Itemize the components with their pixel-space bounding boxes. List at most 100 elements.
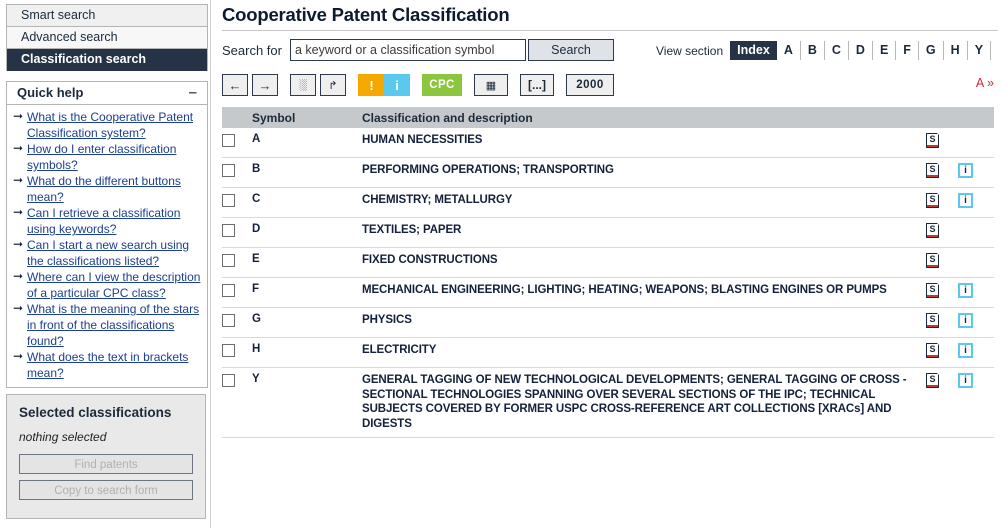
info-icon[interactable]: i [958,313,973,328]
exclamation-icon: ! [369,77,374,93]
row-checkbox[interactable] [222,344,235,357]
view-section-letter-g[interactable]: G [919,41,944,60]
row-description[interactable]: PHYSICS [362,307,926,338]
sidebar-tab-smart-search[interactable]: Smart search [7,5,207,27]
page-title: Cooperative Patent Classification [222,4,510,25]
a-more-link[interactable]: A » [976,76,994,90]
arrow-right-icon: ➞ [13,237,24,251]
toolbar: ← → ░ ↱ ! i CPC ▦ [...] 2000 A » [222,73,1002,97]
warning-button[interactable]: ! [358,74,384,96]
brackets-button[interactable]: [...] [520,74,554,96]
view-section-letter-a[interactable]: A [777,41,801,60]
row-checkbox-cell [222,337,252,368]
table-header-checkbox [222,107,252,128]
row-scheme-cell: S [926,337,958,368]
row-checkbox[interactable] [222,284,235,297]
view-section-letter-f[interactable]: F [896,41,919,60]
table-row: Y GENERAL TAGGING OF NEW TECHNOLOGICAL D… [222,367,994,438]
search-button[interactable]: Search [527,39,614,61]
s-document-icon[interactable]: S [926,252,940,268]
row-checkbox[interactable] [222,224,235,237]
search-input[interactable] [289,39,526,61]
quick-help-link[interactable]: What is the meaning of the stars in fron… [27,302,199,348]
table-row: G PHYSICS S i [222,307,994,338]
row-symbol: Y [252,367,362,438]
quick-help-link[interactable]: What do the different buttons mean? [27,174,181,204]
view-section-letter-h[interactable]: H [944,41,968,60]
row-description[interactable]: GENERAL TAGGING OF NEW TECHNOLOGICAL DEV… [362,367,926,438]
row-symbol: D [252,217,362,248]
row-checkbox-cell [222,157,252,188]
sidebar-tab-advanced-search[interactable]: Advanced search [7,27,207,49]
s-document-icon[interactable]: S [926,312,940,328]
row-description[interactable]: CHEMISTRY; METALLURGY [362,187,926,218]
row-description[interactable]: ELECTRICITY [362,337,926,368]
row-checkbox[interactable] [222,254,235,267]
info-icon[interactable]: i [958,373,973,388]
s-document-icon[interactable]: S [926,162,940,178]
s-document-icon[interactable]: S [926,132,940,148]
info-icon[interactable]: i [958,163,973,178]
s-document-icon[interactable]: S [926,222,940,238]
copy-to-search-form-button[interactable]: Copy to search form [19,480,193,500]
info-icon[interactable]: i [958,283,973,298]
row-checkbox[interactable] [222,374,235,387]
row-description[interactable]: FIXED CONSTRUCTIONS [362,247,926,278]
sidebar-divider [210,0,211,528]
view-section-letter-d[interactable]: D [849,41,873,60]
table-row: E FIXED CONSTRUCTIONS S [222,247,994,278]
table-row: D TEXTILES; PAPER S [222,217,994,248]
row-description[interactable]: HUMAN NECESSITIES [362,128,926,158]
row-checkbox[interactable] [222,194,235,207]
row-description[interactable]: TEXTILES; PAPER [362,217,926,248]
quick-help-link[interactable]: Can I retrieve a classification using ke… [27,206,180,236]
year-2000-button[interactable]: 2000 [566,74,614,96]
s-document-icon[interactable]: S [926,342,940,358]
view-section-letter-b[interactable]: B [801,41,825,60]
table-header-row: Symbol Classification and description [222,107,994,128]
quick-help-link[interactable]: What does the text in brackets mean? [27,350,188,380]
quick-help-link[interactable]: Where can I view the description of a pa… [27,270,200,300]
selected-classifications-empty-text: nothing selected [19,430,107,444]
expand-tree-button[interactable]: ░ [290,74,316,96]
year-label: 2000 [576,79,604,91]
cpc-button[interactable]: CPC [422,74,462,96]
view-section-letter-e[interactable]: E [873,41,897,60]
search-label: Search for [222,42,282,58]
s-document-icon[interactable]: S [926,282,940,298]
selected-classifications-title: Selected classifications [19,405,172,420]
back-button[interactable]: ← [222,74,248,96]
forward-button[interactable]: → [252,74,278,96]
view-section-letter-c[interactable]: C [825,41,849,60]
row-description[interactable]: MECHANICAL ENGINEERING; LIGHTING; HEATIN… [362,277,926,308]
info-icon[interactable]: i [958,343,973,358]
sidebar-tab-classification-search[interactable]: Classification search [7,49,207,71]
selected-classifications-panel: Selected classifications nothing selecte… [6,394,206,519]
row-symbol: E [252,247,362,278]
row-checkbox[interactable] [222,134,235,147]
page-root: Smart search Advanced search Classificat… [0,0,1002,528]
table-header-description: Classification and description [362,107,926,128]
quick-help-link[interactable]: Can I start a new search using the class… [27,238,189,268]
info-button[interactable]: i [384,74,410,96]
view-section-index[interactable]: Index [730,41,777,60]
arrow-right-icon: ➞ [13,109,24,123]
row-checkbox[interactable] [222,314,235,327]
quick-help-panel: Quick help – ➞ What is the Cooperative Pa… [6,81,208,388]
row-checkbox-cell [222,367,252,438]
collapse-tree-button[interactable]: ↱ [320,74,346,96]
quick-help-link[interactable]: What is the Cooperative Patent Classific… [27,110,193,140]
row-description[interactable]: PERFORMING OPERATIONS; TRANSPORTING [362,157,926,188]
quick-help-header: Quick help – [7,82,207,105]
table-view-button[interactable]: ▦ [474,74,508,96]
s-document-icon[interactable]: S [926,372,940,388]
quick-help-link[interactable]: How do I enter classification symbols? [27,142,176,172]
quick-help-body: ➞ What is the Cooperative Patent Classifi… [7,105,207,387]
find-patents-button[interactable]: Find patents [19,454,193,474]
table-grid-icon: ▦ [485,79,497,92]
s-document-icon[interactable]: S [926,192,940,208]
view-section-letter-y[interactable]: Y [968,41,992,60]
collapse-icon[interactable]: – [187,85,199,100]
info-icon[interactable]: i [958,193,973,208]
row-checkbox[interactable] [222,164,235,177]
